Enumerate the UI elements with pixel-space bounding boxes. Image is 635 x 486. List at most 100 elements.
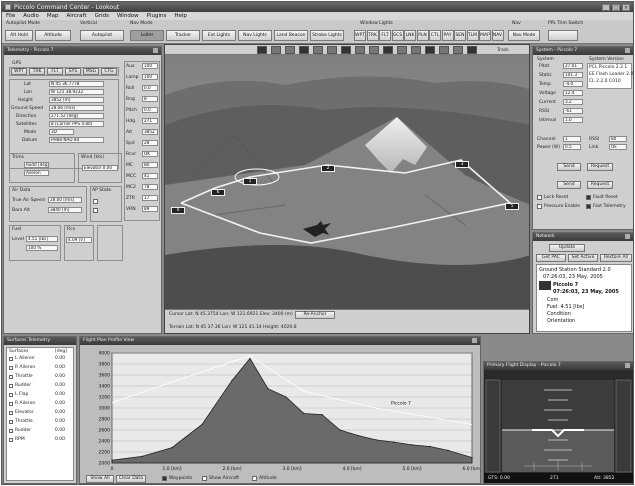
ap-check-2[interactable] bbox=[93, 208, 98, 213]
tree-ground-station[interactable]: Ground Station Standard 2.0 bbox=[539, 267, 611, 273]
restore-all-button[interactable]: Restore All bbox=[600, 254, 632, 262]
menu-audio[interactable]: Audio bbox=[23, 13, 39, 19]
network-close-icon[interactable] bbox=[625, 234, 630, 239]
waypoint-marker-1[interactable]: 1 bbox=[243, 178, 257, 185]
update-button[interactable]: Update bbox=[549, 244, 585, 252]
system-request-button[interactable]: Request bbox=[587, 163, 613, 171]
altitude-check[interactable] bbox=[252, 476, 257, 481]
surface-check[interactable] bbox=[9, 375, 13, 379]
profile-chart[interactable]: 4000 3800 3600 3400 3200 3000 2800 2600 2400 2200… bbox=[80, 345, 480, 473]
window-button-map[interactable]: MAP bbox=[479, 30, 491, 41]
window-button-nav[interactable]: NAV bbox=[491, 30, 504, 41]
menu-grids[interactable]: Grids bbox=[95, 13, 109, 19]
grid-icon[interactable] bbox=[341, 46, 351, 54]
ppl-trim-button[interactable] bbox=[548, 30, 578, 41]
pfd-close-icon[interactable] bbox=[625, 363, 630, 368]
waypoint-marker-0[interactable]: 0 bbox=[171, 207, 185, 214]
nav-mode-button[interactable]: Nav Mode bbox=[508, 30, 540, 41]
maximize-button[interactable]: □ bbox=[612, 3, 620, 11]
zoom-icon[interactable] bbox=[313, 46, 323, 54]
surface-check[interactable] bbox=[9, 357, 13, 361]
menu-aircraft[interactable]: Aircraft bbox=[66, 13, 86, 19]
window-button-pln[interactable]: PLN bbox=[416, 30, 429, 41]
get-pac-button[interactable]: Get PAC bbox=[536, 254, 566, 262]
menu-map[interactable]: Map bbox=[47, 13, 59, 19]
strobe-lights-button[interactable]: Strobe Lights bbox=[310, 30, 344, 41]
clear-data-button[interactable]: Clear Data bbox=[116, 475, 146, 483]
window-button-pay[interactable]: PAY bbox=[441, 30, 454, 41]
pointer-icon[interactable] bbox=[425, 46, 435, 54]
plane-icon[interactable] bbox=[285, 46, 295, 54]
land-beacon-button[interactable]: Land Beacon bbox=[274, 30, 308, 41]
window-button-ctl[interactable]: CTL bbox=[429, 30, 441, 41]
menu-file[interactable]: File bbox=[6, 13, 15, 19]
surface-check[interactable] bbox=[9, 384, 13, 388]
system-send-button[interactable]: Send bbox=[557, 163, 581, 171]
surface-check[interactable] bbox=[9, 411, 13, 415]
tree-condition[interactable]: Condition bbox=[547, 311, 571, 317]
tracker-button[interactable]: Tracker bbox=[166, 30, 200, 41]
menu-plugins[interactable]: Plugins bbox=[147, 13, 167, 19]
channel-field[interactable]: 1 bbox=[563, 136, 581, 142]
waypoints-check[interactable] bbox=[162, 476, 167, 481]
settings-icon[interactable] bbox=[467, 46, 477, 54]
waypoint-icon[interactable] bbox=[383, 46, 393, 54]
flag-icon[interactable] bbox=[369, 46, 379, 54]
surface-check[interactable] bbox=[9, 420, 13, 424]
tree-fuel[interactable]: Fuel: 4.51 [lbs] bbox=[547, 304, 584, 310]
layers-icon[interactable] bbox=[355, 46, 365, 54]
ap-check-1[interactable] bbox=[93, 199, 98, 204]
nav-lights-button[interactable]: Nav Lights bbox=[238, 30, 272, 41]
show-aircraft-check[interactable] bbox=[202, 476, 207, 481]
tree-piccolo[interactable]: Piccolo 7 bbox=[553, 282, 578, 288]
ext-lights-button[interactable]: Ext Lights bbox=[202, 30, 236, 41]
surface-check[interactable] bbox=[9, 393, 13, 397]
minimize-button[interactable]: _ bbox=[602, 3, 610, 11]
waypoint-marker-5[interactable]: 5 bbox=[505, 203, 519, 210]
surface-check[interactable] bbox=[9, 402, 13, 406]
tree-com[interactable]: Com bbox=[547, 297, 558, 303]
system-send2-button[interactable]: Send bbox=[557, 181, 581, 189]
target-icon[interactable] bbox=[257, 46, 267, 54]
surface-check[interactable] bbox=[9, 429, 13, 433]
close-button[interactable]: × bbox=[622, 3, 630, 11]
set-active-button[interactable]: Set Active bbox=[568, 254, 598, 262]
surface-check[interactable] bbox=[9, 366, 13, 370]
network-tree[interactable]: Ground Station Standard 2.0 07:26:03, 23… bbox=[536, 264, 632, 332]
close-icon[interactable] bbox=[453, 46, 463, 54]
system-close-icon[interactable] bbox=[625, 48, 630, 53]
globe-icon[interactable] bbox=[271, 46, 281, 54]
fault-reset-check[interactable] bbox=[586, 195, 591, 200]
surface-check[interactable] bbox=[9, 438, 13, 442]
power-field[interactable]: 0.5 bbox=[563, 144, 581, 150]
window-button-trk[interactable]: TRK bbox=[366, 30, 379, 41]
waypoint-marker-2[interactable]: 2 bbox=[321, 165, 335, 172]
window-button-flt[interactable]: FLT bbox=[379, 30, 391, 41]
lock-reset-check[interactable] bbox=[537, 195, 542, 200]
system-request2-button[interactable]: Request bbox=[587, 181, 613, 189]
altitude-button[interactable]: Altitude bbox=[35, 30, 71, 41]
tree-orientation[interactable]: Orientation bbox=[547, 318, 575, 324]
camera-icon[interactable] bbox=[299, 46, 309, 54]
ruler-icon[interactable] bbox=[397, 46, 407, 54]
fast-telemetry-check[interactable] bbox=[586, 204, 591, 209]
pan-icon[interactable] bbox=[327, 46, 337, 54]
menu-window[interactable]: Window bbox=[117, 13, 139, 19]
show-all-button[interactable]: Show All bbox=[86, 475, 114, 483]
waypoint-marker-6[interactable]: 6 bbox=[211, 189, 225, 196]
window-button-lnk[interactable]: LNK bbox=[404, 30, 416, 41]
loiter-button[interactable]: Loiter bbox=[130, 30, 164, 41]
rotate-icon[interactable] bbox=[439, 46, 449, 54]
terrain-3d-view[interactable]: Track 061235 Cursor Lat: N 45.3754 Lon: … bbox=[164, 44, 530, 334]
panel-close-icon[interactable] bbox=[153, 48, 158, 53]
window-button-wpt[interactable]: WPT bbox=[354, 30, 366, 41]
window-button-gcs[interactable]: GCS bbox=[391, 30, 404, 41]
window-button-sen[interactable]: SEN bbox=[454, 30, 466, 41]
lock-icon[interactable] bbox=[411, 46, 421, 54]
profile-close-icon[interactable] bbox=[472, 338, 477, 343]
alt-hold-button[interactable]: Alt Hold bbox=[5, 30, 33, 41]
window-button-tlm[interactable]: TLM bbox=[466, 30, 479, 41]
autopilot-button[interactable]: Autopilot bbox=[80, 30, 124, 41]
pressure-enable-check[interactable] bbox=[537, 204, 542, 209]
re-anchor-button[interactable]: Re-Anchor bbox=[295, 311, 335, 319]
